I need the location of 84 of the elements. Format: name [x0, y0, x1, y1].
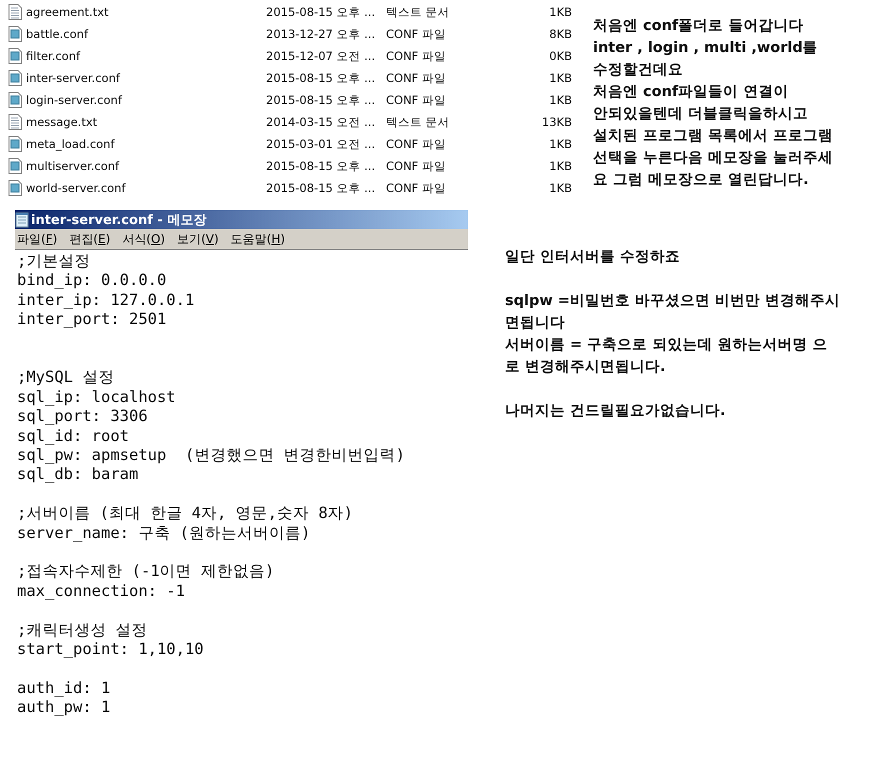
text-line: 처음엔 conf파일들이 연결이 [593, 83, 788, 102]
file-size: 0KB [548, 49, 572, 63]
file-icon [8, 136, 22, 152]
menu-item[interactable]: 서식(O) [122, 230, 166, 248]
file-name[interactable]: multiserver.conf [26, 159, 266, 173]
file-type: CONF 파일 [386, 70, 447, 86]
file-name[interactable]: login-server.conf [26, 93, 266, 107]
file-icon [8, 92, 22, 108]
file-icon [8, 158, 22, 174]
config-line: max_connection: -1 [17, 582, 185, 602]
config-line: auth_id: 1 [17, 678, 110, 698]
file-date: 2015-08-15 오후 ... [266, 158, 376, 174]
file-date: 2015-08-15 오후 ... [266, 4, 376, 20]
config-line: sql_pw: apmsetup (변경했으면 변경한비번입력) [17, 446, 405, 466]
file-type: CONF 파일 [386, 48, 447, 64]
text-line: 안되있을텐데 더블클릭을하시고 [593, 105, 808, 124]
text-line: 설치된 프로그램 목록에서 프로그램 [593, 127, 834, 146]
file-type: CONF 파일 [386, 136, 447, 152]
file-name[interactable]: filter.conf [26, 49, 266, 63]
text-line: 면됩니다 [505, 314, 565, 333]
config-line: inter_ip: 127.0.0.1 [17, 290, 194, 310]
file-date: 2015-08-15 오후 ... [266, 92, 376, 108]
file-date: 2013-12-27 오후 ... [266, 26, 376, 42]
menu-item[interactable]: 편집(E) [69, 230, 110, 248]
config-line: bind_ip: 0.0.0.0 [17, 271, 166, 291]
config-line: sql_db: baram [17, 465, 138, 485]
file-name[interactable]: battle.conf [26, 27, 266, 41]
config-line: sql_id: root [17, 426, 129, 446]
file-type: CONF 파일 [386, 180, 447, 196]
notepad-icon [15, 212, 29, 228]
file-type: 텍스트 문서 [386, 4, 451, 20]
config-line: sql_port: 3306 [17, 407, 148, 427]
text-line: 선택을 누른다음 메모장을 눌러주세 [593, 149, 834, 168]
file-date: 2015-08-15 오후 ... [266, 70, 376, 86]
config-line: ;기본설정 [17, 252, 90, 272]
file-name[interactable]: meta_load.conf [26, 137, 266, 151]
config-line: start_point: 1,10,10 [17, 640, 204, 660]
file-date: 2014-03-15 오전 ... [266, 114, 376, 130]
file-type: CONF 파일 [386, 92, 447, 108]
config-line: ;접속자수제한 (-1이면 제한없음) [17, 562, 274, 582]
file-size: 8KB [548, 27, 572, 41]
text-line: 로 변경해주시면됩니다. [505, 358, 666, 377]
file-name[interactable]: world-server.conf [26, 181, 266, 195]
text-file-icon [8, 4, 22, 20]
menu-item[interactable]: 도움말(H) [230, 230, 286, 248]
text-line: 일단 인터서버를 수정하죠 [505, 248, 680, 267]
file-size: 1KB [548, 137, 572, 151]
text-line: 요 그럼 메모장으로 열린답니다. [593, 171, 809, 190]
file-icon [8, 26, 22, 42]
menu-item[interactable]: 보기(V) [177, 230, 219, 248]
text-line: 나머지는 건드릴필요가없습니다. [505, 402, 726, 421]
text-line: sqlpw =비밀번호 바꾸셨으면 비번만 변경해주시 [505, 292, 840, 311]
config-line: inter_port: 2501 [17, 310, 166, 330]
file-size: 1KB [548, 159, 572, 173]
file-size: 13KB [540, 115, 572, 129]
text-line: 서버이름 = 구축으로 되있는데 원하는서버명 으 [505, 336, 828, 355]
config-line: server_name: 구축 (원하는서버이름) [17, 524, 310, 544]
menu-item[interactable]: 파일(F) [17, 230, 58, 248]
file-name[interactable]: message.txt [26, 115, 266, 129]
file-type: 텍스트 문서 [386, 114, 451, 130]
config-line: ;서버이름 (최대 한글 4자, 영문,숫자 8자) [17, 504, 353, 524]
file-size: 1KB [548, 5, 572, 19]
file-size: 1KB [548, 71, 572, 85]
file-icon [8, 48, 22, 64]
file-date: 2015-03-01 오전 ... [266, 136, 376, 152]
window-title: inter-server.conf - 메모장 [31, 212, 206, 228]
file-size: 1KB [548, 93, 572, 107]
file-name[interactable]: agreement.txt [26, 5, 266, 19]
file-date: 2015-12-07 오전 ... [266, 48, 376, 64]
file-icon [8, 70, 22, 86]
text-file-icon [8, 114, 22, 130]
file-size: 1KB [548, 181, 572, 195]
file-type: CONF 파일 [386, 158, 447, 174]
config-line: ;캐릭터생성 설정 [17, 620, 148, 640]
config-line: auth_pw: 1 [17, 698, 110, 718]
text-line: 처음엔 conf폴더로 들어갑니다 [593, 17, 804, 36]
config-line: ;MySQL 설정 [17, 368, 114, 388]
file-icon [8, 180, 22, 196]
file-date: 2015-08-15 오후 ... [266, 180, 376, 196]
config-line: sql_ip: localhost [17, 388, 176, 408]
text-line: inter , login , multi ,world를 [593, 39, 818, 58]
file-name[interactable]: inter-server.conf [26, 71, 266, 85]
file-type: CONF 파일 [386, 26, 447, 42]
text-line: 수정할건데요 [593, 61, 683, 80]
